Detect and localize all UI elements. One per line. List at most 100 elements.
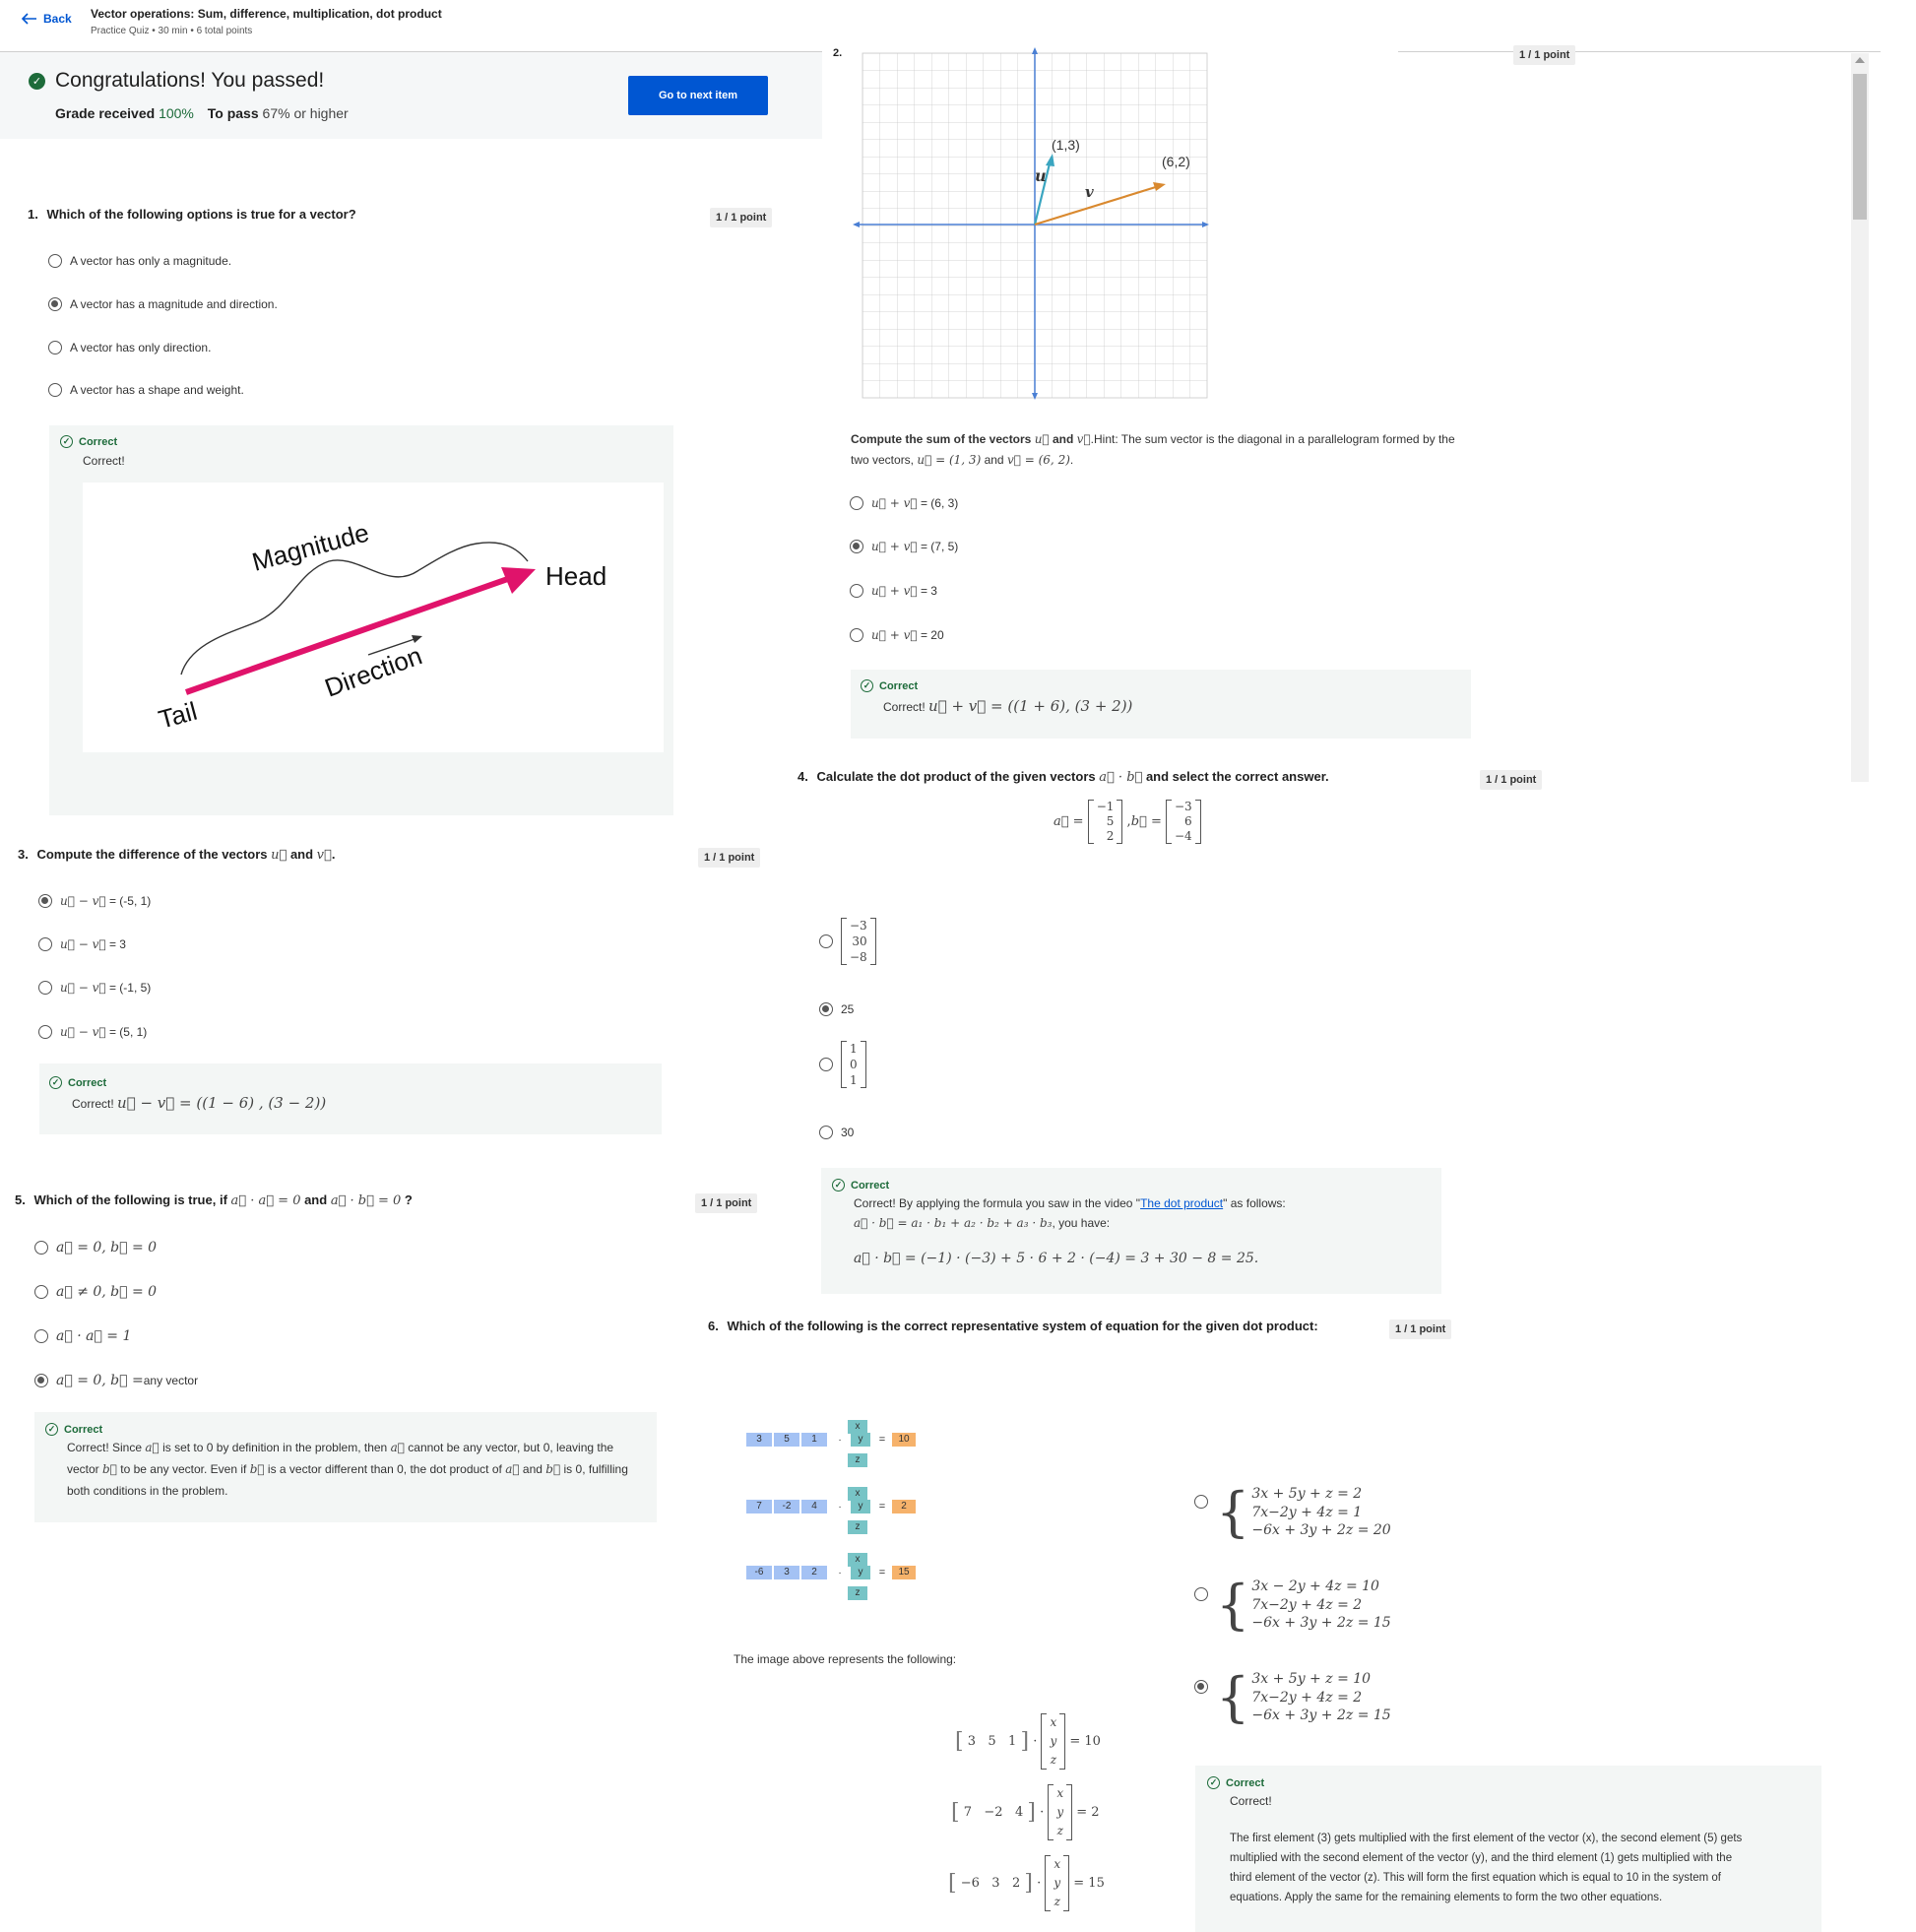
radio-button[interactable] <box>38 1025 52 1039</box>
feedback-status-label: Correct <box>68 1076 107 1089</box>
q6-option-1[interactable]: {3x + 5y + z = 2 7x−2y + 4z = 1 −6x + 3y +… <box>1194 1485 1391 1540</box>
q1-option-1[interactable]: A vector has only a magnitude. <box>48 254 231 268</box>
feedback-status-label: Correct <box>64 1423 103 1436</box>
q4-feedback-line3: a⃗ · b⃗ = (−1) · (−3) + 5 · 6 + 2 · (−4)… <box>854 1251 1259 1266</box>
dot-product-table: x 351 · y = 10 z x 7 -2 4 · y = 2 z x -6 3 2… <box>746 1416 943 1603</box>
radio-button-selected[interactable] <box>850 540 863 553</box>
option-label: A vector has a shape and weight. <box>70 383 244 397</box>
option-vector: 101 <box>841 1041 866 1088</box>
radio-button-selected[interactable] <box>1194 1680 1208 1694</box>
q3-feedback-text: Correct! u⃗ − v⃗ = ((1 − 6) , (3 − 2)) <box>72 1094 327 1112</box>
q1-title: 1. Which of the following options is tru… <box>28 207 356 222</box>
option-label: = 20 <box>920 628 944 642</box>
q2-hint2: two vectors, <box>851 453 915 467</box>
q2-question-text: Compute the sum of the vectors u⃗ and v⃗… <box>851 432 1455 467</box>
radio-button[interactable] <box>850 496 863 510</box>
q2-text-bold: Compute the sum of the vectors <box>851 432 1032 446</box>
tail-label: Tail <box>156 696 200 735</box>
radio-button[interactable] <box>1194 1495 1208 1509</box>
scrollbar-thumb[interactable] <box>1853 74 1867 220</box>
radio-button[interactable] <box>34 1329 48 1343</box>
q3-option-3[interactable]: u⃗ − v⃗ = (-1, 5) <box>38 981 151 995</box>
radio-button-selected[interactable] <box>819 1002 833 1016</box>
result-cell: 15 <box>892 1566 916 1579</box>
go-to-next-item-button[interactable]: Go to next item <box>628 76 768 115</box>
scroll-up-icon[interactable] <box>1855 57 1865 63</box>
q2-option-4[interactable]: u⃗ + v⃗ = 20 <box>850 628 944 642</box>
q5-option-1[interactable]: a⃗ = 0, b⃗ = 0 <box>34 1240 157 1256</box>
result-cell: 2 <box>892 1500 916 1513</box>
q3-option-2[interactable]: u⃗ − v⃗ = 3 <box>38 937 126 951</box>
fb-line: equations. Apply the same for the remain… <box>1230 1892 1663 1903</box>
q2-option-2[interactable]: u⃗ + v⃗ = (7, 5) <box>850 540 958 553</box>
page-meta: Practice Quiz • 30 min • 6 total points <box>91 26 253 36</box>
q4-option-3[interactable]: 101 <box>819 1041 866 1088</box>
q2-option-3[interactable]: u⃗ + v⃗ = 3 <box>850 584 937 598</box>
feedback-text: Correct! <box>883 700 926 714</box>
radio-button-selected[interactable] <box>38 894 52 908</box>
q4-feedback-status: ✓ Correct <box>832 1179 889 1191</box>
fb-part: cannot be any vector, but 0, leaving the <box>408 1441 614 1454</box>
v-label: v <box>1085 183 1094 201</box>
q3-title: 3. Compute the difference of the vectors… <box>18 847 336 863</box>
coef-cell: 3 <box>774 1566 799 1579</box>
radio-button[interactable] <box>38 937 52 951</box>
check-circle-icon: ✓ <box>49 1076 62 1089</box>
radio-button-selected[interactable] <box>34 1374 48 1387</box>
q6-text: Which of the following is the correct re… <box>727 1319 1318 1333</box>
fb-part: vector <box>67 1462 99 1476</box>
check-circle-icon: ✓ <box>1207 1776 1220 1789</box>
radio-button[interactable] <box>48 254 62 268</box>
coef-cell: -2 <box>774 1500 799 1513</box>
radio-button[interactable] <box>34 1241 48 1255</box>
head-label: Head <box>545 561 607 591</box>
q3-feedback-status: ✓ Correct <box>49 1076 106 1089</box>
q4-feedback-line1: Correct! By applying the formula you saw… <box>854 1196 1286 1210</box>
q4-option-4[interactable]: 30 <box>819 1126 854 1139</box>
option-label: A vector has only a magnitude. <box>70 254 232 268</box>
q1-option-3[interactable]: A vector has only direction. <box>48 341 211 354</box>
coef-cell: 3 <box>746 1433 772 1447</box>
q2-option-1[interactable]: u⃗ + v⃗ = (6, 3) <box>850 496 958 510</box>
q6-option-3[interactable]: {3x + 5y + z = 10 7x−2y + 4z = 2 −6x + 3y … <box>1194 1670 1391 1725</box>
q6-option-2[interactable]: {3x − 2y + 4z = 10 7x−2y + 4z = 2 −6x + 3y… <box>1194 1578 1391 1633</box>
equation-system: {3x − 2y + 4z = 10 7x−2y + 4z = 2 −6x + 3y… <box>1216 1573 1391 1636</box>
magnitude-label: Magnitude <box>249 517 372 576</box>
q4-number: 4. <box>798 769 808 784</box>
radio-button[interactable] <box>38 981 52 995</box>
q3-option-1[interactable]: u⃗ − v⃗ = (-5, 1) <box>38 894 151 908</box>
radio-button[interactable] <box>850 628 863 642</box>
radio-button[interactable] <box>1194 1587 1208 1601</box>
q4-option-2[interactable]: 25 <box>819 1002 854 1016</box>
radio-button[interactable] <box>48 341 62 354</box>
q1-option-4[interactable]: A vector has a shape and weight. <box>48 383 244 397</box>
q4-text-tail: and select the correct answer. <box>1145 769 1329 784</box>
vector-graph-svg: (1,3) (6,2) u v <box>853 47 1209 400</box>
q4-vectors: a⃗ = −1 5 2 , b⃗ = −3 6 −4 <box>1054 800 1201 844</box>
q1-option-2[interactable]: A vector has a magnitude and direction. <box>48 297 278 311</box>
q6-points: 1 / 1 point <box>1389 1320 1452 1339</box>
dot-product-link[interactable]: The dot product <box>1140 1196 1223 1210</box>
radio-button[interactable] <box>819 1058 833 1071</box>
fb-part: is a vector different than 0, the dot pr… <box>267 1462 502 1476</box>
back-button[interactable]: Back <box>22 12 72 26</box>
var-cell: y <box>851 1433 870 1447</box>
fb-part: and <box>522 1462 543 1476</box>
radio-button[interactable] <box>850 584 863 598</box>
radio-button[interactable] <box>819 934 833 948</box>
radio-button-selected[interactable] <box>48 297 62 311</box>
option-label: = 3 <box>920 584 937 598</box>
q4-option-1[interactable]: −3 30 −8 <box>819 918 876 965</box>
fb-part: to be any vector. Even if <box>120 1462 247 1476</box>
q3-option-4[interactable]: u⃗ − v⃗ = (5, 1) <box>38 1025 147 1039</box>
check-circle-icon: ✓ <box>832 1179 845 1191</box>
q5-option-3[interactable]: a⃗ · a⃗ = 1 <box>34 1328 131 1344</box>
check-circle-icon: ✓ <box>45 1423 58 1436</box>
radio-button[interactable] <box>48 383 62 397</box>
radio-button[interactable] <box>34 1285 48 1299</box>
point-label-2: (6,2) <box>1162 154 1190 169</box>
radio-button[interactable] <box>819 1126 833 1139</box>
coef-cell: 7 <box>746 1500 772 1513</box>
q5-option-4[interactable]: a⃗ = 0, b⃗ = any vector <box>34 1373 198 1388</box>
q5-option-2[interactable]: a⃗ ≠ 0, b⃗ = 0 <box>34 1284 157 1300</box>
